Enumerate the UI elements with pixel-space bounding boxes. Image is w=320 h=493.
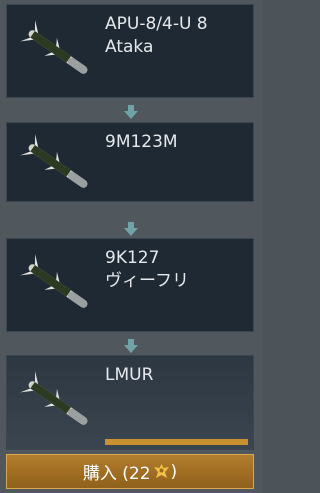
modification-card-apu-ataka[interactable]: APU-8/4-U 8 Ataka (6, 4, 254, 98)
arrow-down-icon (124, 339, 138, 353)
research-progress-fill (105, 439, 249, 445)
modification-card-9m123m[interactable]: 9M123M (6, 122, 254, 202)
golden-eagle-icon (153, 464, 169, 478)
buy-button-label: 購入 (22 (82, 464, 151, 484)
arrow-down-icon (124, 105, 138, 119)
modification-card-9k127[interactable]: 9K127 ヴィーフリ (6, 238, 254, 332)
missile-icon (17, 19, 99, 89)
modification-name-line1: 9K127 (105, 248, 160, 268)
modification-name-line1: APU-8/4-U 8 (105, 14, 208, 34)
modification-name-line1: LMUR (105, 365, 154, 385)
missile-icon (17, 133, 99, 203)
modification-name: 9M123M (105, 131, 178, 154)
modification-name: 9K127 ヴィーフリ (105, 247, 189, 293)
modification-tree-panel: APU-8/4-U 8 Ataka 9M123M 9K127 ヴィーフリ LMU… (0, 0, 263, 493)
buy-button-label-suffix: ) (170, 461, 178, 482)
modification-name: APU-8/4-U 8 Ataka (105, 13, 208, 59)
missile-icon (17, 253, 99, 323)
modification-card-lmur[interactable]: LMUR (6, 355, 254, 450)
modification-name-line2: Ataka (105, 37, 154, 57)
modification-name: LMUR (105, 364, 153, 387)
missile-icon (17, 370, 99, 440)
modification-name-line1: 9M123M (105, 132, 178, 152)
buy-button[interactable]: 購入 (22 ) (6, 454, 254, 489)
arrow-down-icon (124, 222, 138, 236)
modification-name-line2: ヴィーフリ (105, 271, 189, 291)
research-progress-bar (105, 439, 251, 445)
